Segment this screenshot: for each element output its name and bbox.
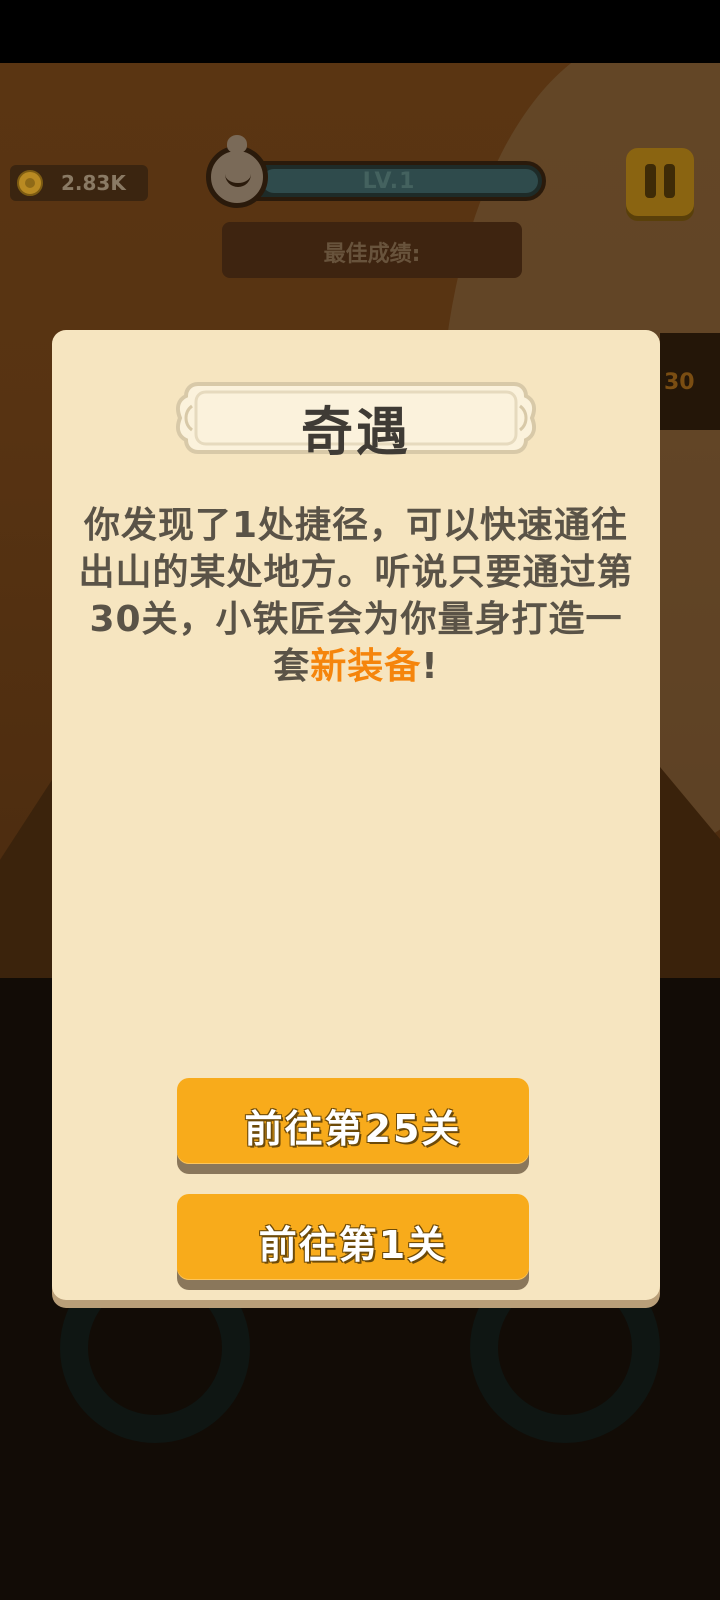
coin-counter: 2.83K [10,165,148,201]
message-highlight: 新装备 [310,646,422,687]
pause-button[interactable] [626,148,694,216]
avatar-smile [225,169,251,187]
goto-level-1-button[interactable]: 前往第1关 [177,1194,529,1280]
level-label: LV.1 [362,169,416,194]
coin-value: 2.83K [61,171,126,195]
best-score-label: 最佳成绩: [323,242,421,267]
avatar-icon [206,135,268,208]
message-end: ! [421,646,439,687]
dialog-title: 奇遇 [300,403,411,463]
title-plate: 奇遇 [176,378,536,463]
coin-icon [17,170,43,196]
dialog-message: 你发现了1处捷径，可以快速通往出山的某处地方。听说只要通过第30关，小铁匠会为你… [76,502,636,690]
pause-icon-bar-left [645,164,656,198]
best-score-box: 最佳成绩: [222,222,522,278]
level-progress-bar: LV.1 [232,161,546,201]
goto-level-25-button[interactable]: 前往第25关 [177,1078,529,1164]
goto-level-25-label: 前往第25关 [244,1107,462,1151]
pause-icon-bar-right [664,164,675,198]
side-panel-number: 30 [664,370,695,395]
goto-level-1-label: 前往第1关 [258,1223,448,1267]
encounter-dialog: 奇遇 你发现了1处捷径，可以快速通往出山的某处地方。听说只要通过第30关，小铁匠… [52,330,660,1300]
